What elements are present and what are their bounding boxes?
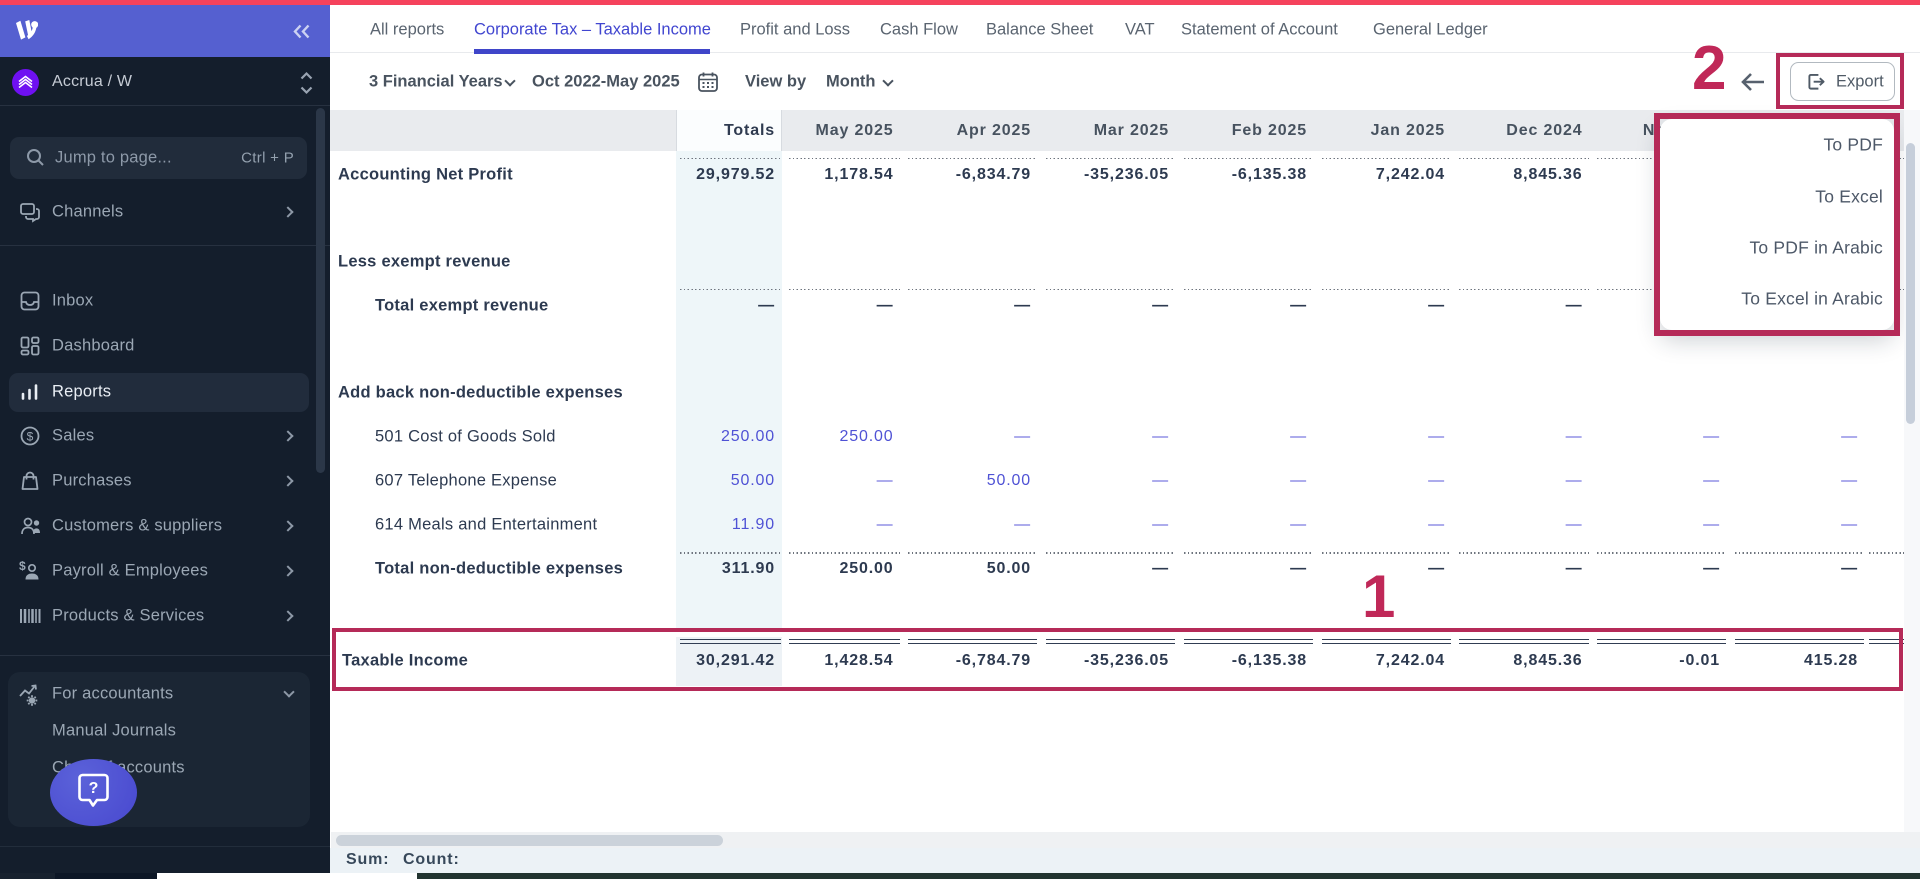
svg-text:$: $ [19, 560, 26, 573]
svg-text:?: ? [89, 780, 99, 797]
svg-text:$: $ [27, 430, 34, 444]
